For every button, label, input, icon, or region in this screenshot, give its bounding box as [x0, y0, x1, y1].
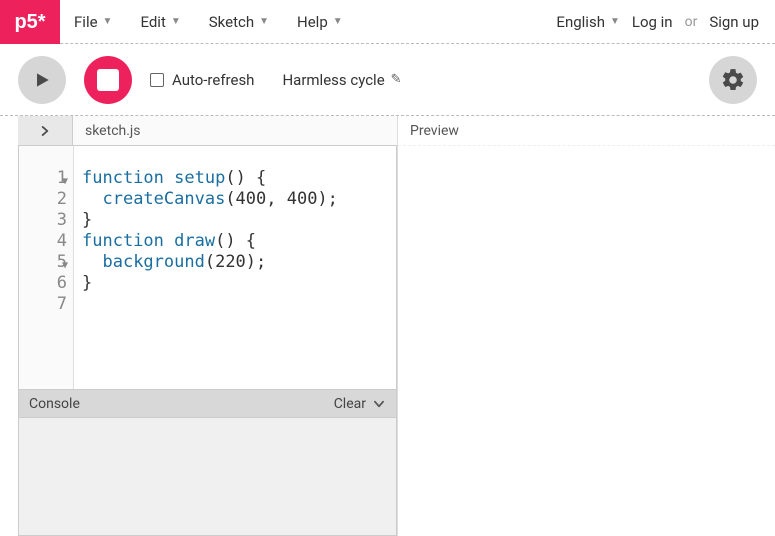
sketch-name-text: Harmless cycle	[282, 71, 384, 89]
play-icon	[32, 70, 52, 90]
menu-left: File ▼ Edit ▼ Sketch ▼ Help ▼	[60, 0, 357, 43]
language-label: English	[556, 13, 605, 31]
line-number: 5▼	[19, 252, 67, 273]
preview-header: Preview	[398, 116, 775, 146]
line-number: 2	[19, 189, 67, 210]
line-number: 4	[19, 231, 67, 252]
line-number: 6	[19, 273, 67, 294]
menu-file[interactable]: File ▼	[60, 0, 126, 44]
main-area: sketch.js 1▼ 2 3 4 5▼ 6 7	[0, 116, 775, 536]
stop-icon	[97, 69, 119, 91]
editor-column: sketch.js 1▼ 2 3 4 5▼ 6 7	[0, 116, 398, 536]
chevron-down-icon: ▼	[259, 16, 269, 27]
line-number: 3	[19, 210, 67, 231]
console-title: Console	[29, 396, 80, 412]
code-content[interactable]: function setup() { createCanvas(400, 400…	[74, 146, 396, 389]
menu-sketch[interactable]: Sketch ▼	[195, 0, 283, 44]
chevron-right-icon	[38, 124, 52, 138]
editor-region: 1▼ 2 3 4 5▼ 6 7 function setup() { creat…	[18, 146, 397, 536]
login-link[interactable]: Log in	[632, 13, 673, 31]
settings-button[interactable]	[709, 56, 757, 104]
menu-file-label: File	[74, 13, 98, 31]
auto-refresh-label: Auto-refresh	[172, 71, 254, 89]
console-clear-button[interactable]: Clear	[334, 396, 386, 412]
file-tabbar: sketch.js	[18, 116, 397, 146]
chevron-down-icon	[372, 397, 386, 411]
line-number: 7	[19, 294, 67, 315]
console-clear-label: Clear	[334, 396, 366, 412]
chevron-down-icon: ▼	[103, 16, 113, 27]
sketch-name[interactable]: Harmless cycle ✎	[282, 71, 401, 89]
chevron-down-icon: ▼	[171, 16, 181, 27]
toolbar: Auto-refresh Harmless cycle ✎	[0, 44, 775, 116]
sidebar-expand-button[interactable]	[18, 116, 73, 146]
code-editor[interactable]: 1▼ 2 3 4 5▼ 6 7 function setup() { creat…	[19, 146, 396, 389]
chevron-down-icon: ▼	[333, 16, 343, 27]
line-gutter: 1▼ 2 3 4 5▼ 6 7	[19, 146, 74, 389]
p5-logo[interactable]: p5*	[0, 0, 60, 44]
menu-help-label: Help	[297, 13, 328, 31]
editor-wrap: 1▼ 2 3 4 5▼ 6 7 function setup() { creat…	[18, 146, 397, 390]
console-output[interactable]	[18, 418, 397, 536]
pencil-icon[interactable]: ✎	[391, 72, 402, 87]
menu-edit-label: Edit	[140, 13, 165, 31]
menubar: p5* File ▼ Edit ▼ Sketch ▼ Help ▼ Englis…	[0, 0, 775, 44]
line-number: 1▼	[19, 168, 67, 189]
console-header: Console Clear	[18, 390, 397, 418]
play-button[interactable]	[18, 56, 66, 104]
file-tab-label: sketch.js	[85, 123, 141, 139]
menu-edit[interactable]: Edit ▼	[126, 0, 194, 44]
menu-sketch-label: Sketch	[209, 13, 254, 31]
preview-label: Preview	[410, 123, 459, 139]
auto-refresh-checkbox[interactable]	[150, 73, 164, 87]
preview-column: Preview	[398, 116, 775, 536]
chevron-down-icon: ▼	[610, 16, 620, 27]
auto-refresh-toggle[interactable]: Auto-refresh	[150, 71, 254, 89]
menu-help[interactable]: Help ▼	[283, 0, 357, 44]
language-picker[interactable]: English ▼	[556, 0, 619, 44]
menu-right: English ▼ Log in or Sign up	[556, 0, 775, 43]
signup-link[interactable]: Sign up	[709, 13, 759, 31]
or-separator: or	[685, 14, 698, 30]
gear-icon	[720, 67, 746, 93]
stop-button[interactable]	[84, 56, 132, 104]
file-tab[interactable]: sketch.js	[73, 116, 397, 146]
